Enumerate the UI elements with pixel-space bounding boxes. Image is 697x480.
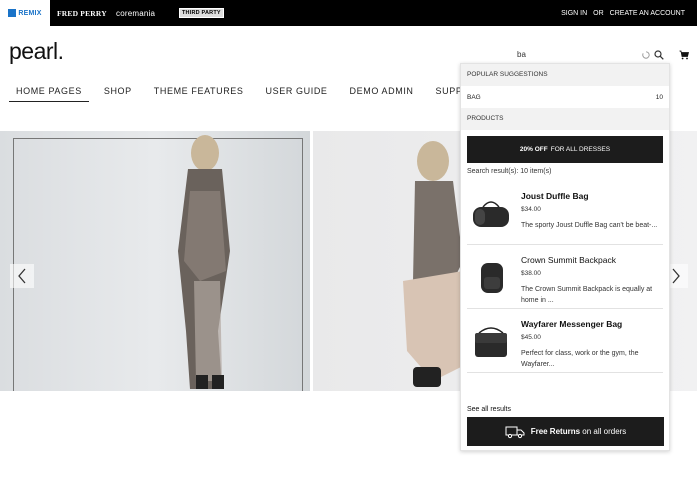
loader-icon — [642, 51, 650, 59]
product-price: $38.00 — [521, 270, 541, 277]
model-figure-image — [178, 135, 230, 389]
product-description: Perfect for class, work or the gym, the … — [521, 350, 639, 368]
product-description: The Crown Summit Backpack is equally at … — [521, 286, 653, 304]
free-returns-banner[interactable]: Free Returns on all orders — [467, 417, 664, 446]
product-description: The sporty Joust Duffle Bag can't be bea… — [521, 222, 658, 229]
product-item[interactable]: Crown Summit Backpack $38.00 The Crown S… — [467, 245, 663, 309]
messenger-bag-image — [475, 327, 507, 357]
see-all-results-link[interactable]: See all results — [467, 406, 511, 413]
cart-icon[interactable] — [679, 50, 689, 60]
duffle-bag-image — [473, 201, 509, 227]
hero-slide-1[interactable] — [0, 131, 310, 391]
product-name[interactable]: Crown Summit Backpack — [521, 255, 616, 265]
chevron-left-icon — [18, 268, 26, 284]
site-logo[interactable]: pearl. — [9, 38, 64, 65]
backpack-image — [481, 263, 503, 293]
brand-third-logo[interactable]: THIRD PARTY — [179, 0, 224, 26]
promo-bold-text: 20% OFF — [519, 146, 548, 153]
slide-frame — [13, 138, 303, 391]
product-name[interactable]: Joust Duffle Bag — [521, 191, 589, 201]
nav-theme-features[interactable]: THEME FEATURES — [147, 84, 251, 102]
sign-in-link[interactable]: SIGN IN — [561, 10, 587, 17]
nav-shop[interactable]: SHOP — [97, 84, 139, 102]
suggestion-count: 10 — [655, 93, 663, 101]
search-autocomplete-dropdown: POPULAR SUGGESTIONS BAG 10 PRODUCTS 20% … — [460, 63, 670, 451]
account-links: SIGN IN OR CREATE AN ACCOUNT — [561, 0, 685, 26]
brand-remix-logo[interactable]: REMIX — [0, 0, 50, 26]
remix-logo-icon — [8, 9, 17, 17]
product-name[interactable]: Wayfarer Messenger Bag — [521, 319, 622, 329]
promo-banner[interactable]: 20% OFF FOR ALL DRESSES — [467, 136, 663, 163]
suggestion-item[interactable]: BAG 10 — [461, 86, 669, 108]
promo-text: FOR ALL DRESSES — [550, 146, 611, 153]
product-price: $34.00 — [521, 206, 541, 213]
result-count: Search result(s): 10 item(s) — [467, 168, 552, 175]
returns-bold-text: Free Returns — [530, 427, 581, 436]
chevron-right-icon — [672, 268, 680, 284]
create-account-link[interactable]: CREATE AN ACCOUNT — [610, 10, 685, 17]
product-item[interactable]: Wayfarer Messenger Bag $45.00 Perfect fo… — [467, 309, 663, 373]
search-icon[interactable] — [654, 50, 664, 60]
suggestion-term: BAG — [467, 93, 481, 101]
truck-icon — [505, 426, 525, 438]
main-nav: HOME PAGES SHOP THEME FEATURES USER GUID… — [9, 84, 498, 102]
top-bar: REMIX FRED PERRY coremania THIRD PARTY S… — [0, 0, 697, 26]
nav-home-pages[interactable]: HOME PAGES — [9, 84, 89, 102]
or-text: OR — [593, 9, 604, 17]
product-item[interactable]: Joust Duffle Bag $34.00 The sporty Joust… — [467, 181, 663, 245]
products-heading: PRODUCTS — [461, 108, 669, 130]
search-input[interactable]: ba — [517, 50, 526, 59]
nav-demo-admin[interactable]: DEMO ADMIN — [343, 84, 421, 102]
returns-text: on all orders — [582, 427, 627, 436]
brand-coremania-logo[interactable]: coremania — [116, 0, 155, 26]
brand-fred-perry-logo[interactable]: FRED PERRY — [57, 0, 107, 26]
nav-user-guide[interactable]: USER GUIDE — [259, 84, 335, 102]
suggestions-heading: POPULAR SUGGESTIONS — [461, 64, 669, 86]
slider-prev-button[interactable] — [10, 264, 34, 288]
product-price: $45.00 — [521, 334, 541, 341]
